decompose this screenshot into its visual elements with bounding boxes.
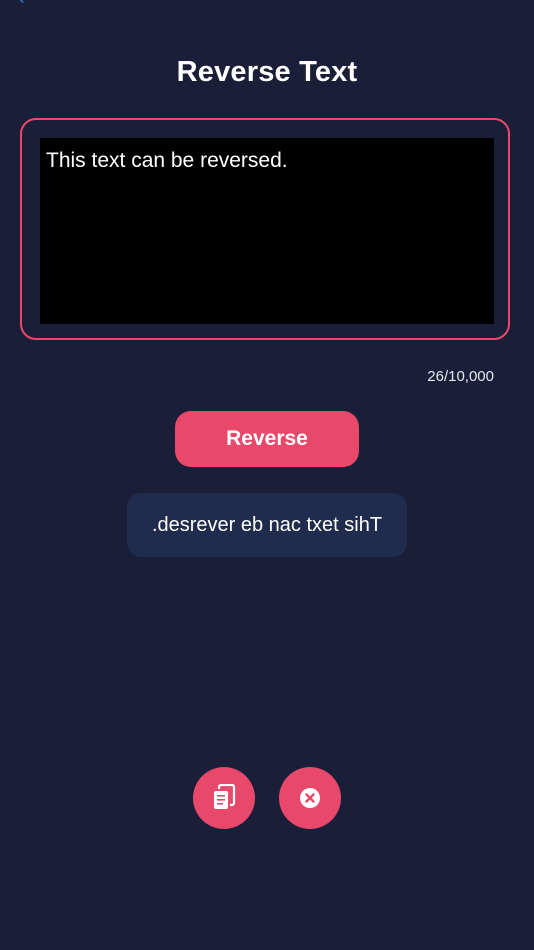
clear-button[interactable] [279,767,341,829]
character-count: 26/10,000 [427,368,494,385]
reverse-button[interactable]: Reverse [175,411,359,467]
reversed-output: .desrever eb nac txet sihT [127,493,407,557]
page-title: Reverse Text [176,56,358,88]
reverse-button-label: Reverse [226,427,308,450]
copy-button[interactable] [193,767,255,829]
reverse-text-screen: ‹ Reverse Text This text can be reversed… [0,0,534,950]
copy-icon [214,784,236,809]
back-chevron-icon[interactable]: ‹ [18,0,34,4]
reversed-output-text: .desrever eb nac txet sihT [151,513,383,536]
text-input[interactable]: This text can be reversed. [40,138,494,324]
clear-icon [300,788,320,808]
